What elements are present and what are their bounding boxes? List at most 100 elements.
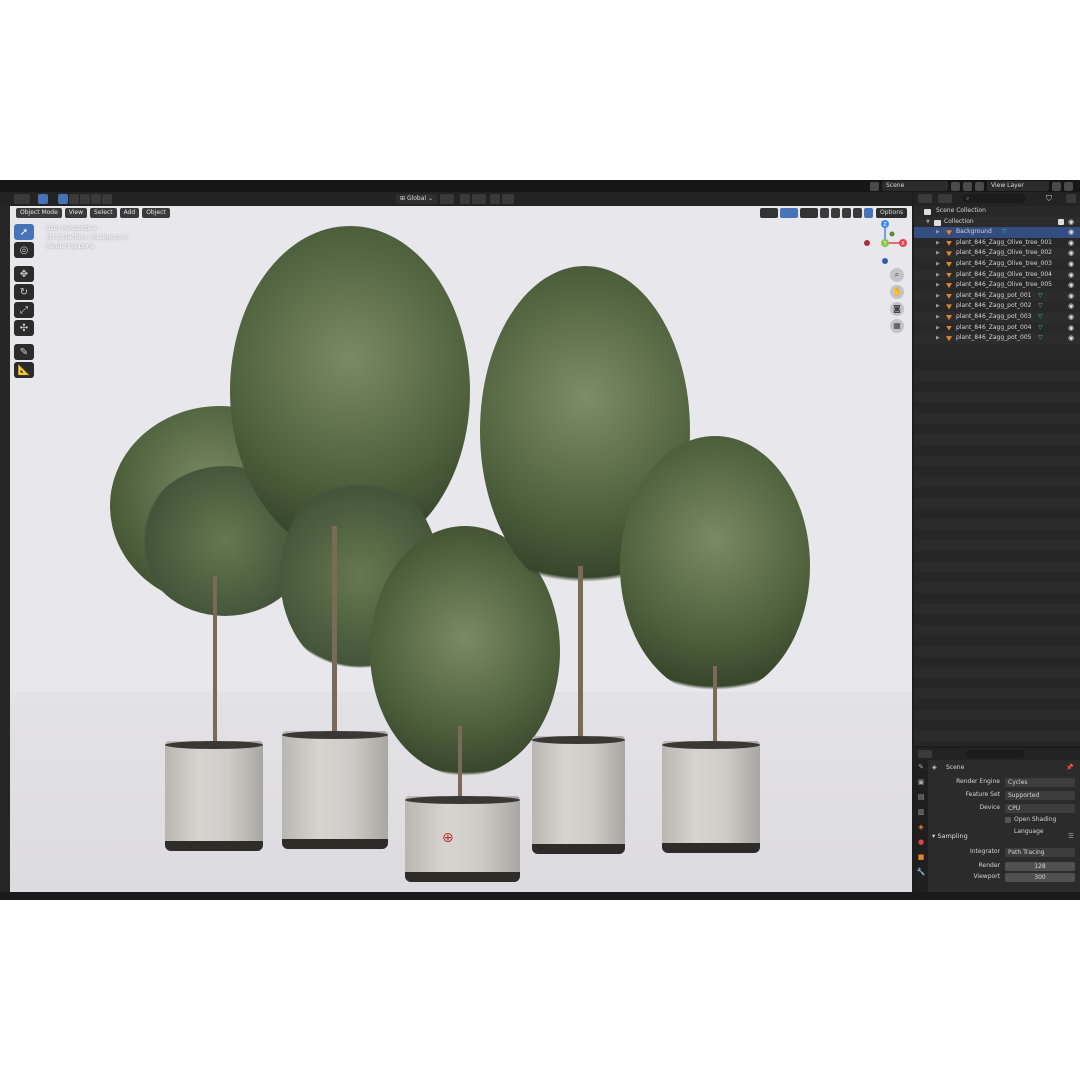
object-mode-dropdown[interactable]: Object Mode (16, 208, 62, 218)
snap-icon[interactable] (460, 194, 470, 204)
select-intersect-icon[interactable] (102, 194, 112, 204)
outliner-row-pot-005[interactable]: ▶ plant_846_Zagg_pot_005 ▽ ◉ (914, 333, 1080, 344)
eye-icon[interactable]: ◉ (1068, 323, 1074, 334)
render-engine-dropdown[interactable]: Cycles (1005, 777, 1075, 787)
wireframe-shading-icon[interactable] (831, 208, 840, 218)
eye-icon[interactable]: ◉ (1068, 217, 1074, 228)
3d-viewport[interactable]: Object Mode View Select Add Object Optio… (10, 206, 912, 892)
modifier-icon[interactable]: ▽ (1038, 301, 1043, 312)
outliner-editor-icon[interactable] (918, 194, 932, 203)
pan-hand-icon[interactable]: ✋ (890, 285, 904, 299)
outliner-row-olive-tree-004[interactable]: ▶ plant_846_Zagg_Olive_tree_004 ◉ (914, 269, 1080, 281)
eye-icon[interactable]: ◉ (1068, 312, 1074, 323)
zoom-icon[interactable]: ⌕ (890, 268, 904, 282)
menu-add[interactable]: Add (119, 208, 140, 218)
outliner-row-pot-003[interactable]: ▶ plant_846_Zagg_pot_003 ▽ ◉ (914, 311, 1080, 323)
eye-icon[interactable]: ◉ (1068, 259, 1074, 270)
rendered-shading-icon[interactable] (864, 208, 873, 218)
eye-icon[interactable]: ◉ (1068, 301, 1074, 312)
outliner-row-pot-001[interactable]: ▶ plant_846_Zagg_pot_001 ▽ ◉ (914, 290, 1080, 302)
modifier-icon[interactable]: ▽ (1038, 323, 1043, 334)
eye-icon[interactable]: ◉ (1068, 280, 1074, 291)
scene-tab-icon[interactable]: ◈ (914, 820, 928, 835)
delete-scene-icon[interactable] (963, 181, 972, 191)
select-extend-icon[interactable] (69, 194, 79, 204)
expand-chevron-icon[interactable]: ▶ (936, 312, 940, 323)
scene-selector[interactable]: Scene View Layer (870, 181, 1073, 191)
expand-chevron-icon[interactable]: ▶ (936, 280, 940, 291)
gizmo-neg-z[interactable] (882, 258, 888, 264)
exclude-checkbox[interactable] (1058, 218, 1064, 225)
menu-object[interactable]: Object (142, 208, 170, 218)
proportional-edit-icon[interactable] (490, 194, 500, 204)
measure-tool-icon[interactable]: 📐 (14, 362, 34, 378)
outliner-row-olive-tree-001[interactable]: ▶ plant_846_Zagg_Olive_tree_001 ◉ (914, 238, 1080, 249)
scale-tool-icon[interactable]: ⤢ (14, 302, 34, 318)
display-mode-icon[interactable] (938, 194, 952, 203)
eye-icon[interactable]: ◉ (1068, 270, 1074, 281)
eye-icon[interactable]: ◉ (1068, 291, 1074, 302)
menu-select[interactable]: Select (90, 208, 117, 218)
outliner-row-pot-004[interactable]: ▶ plant_846_Zagg_pot_004 ▽ ◉ (914, 323, 1080, 334)
olive-tree-5[interactable] (620, 436, 820, 856)
solid-shading-icon[interactable] (842, 208, 851, 218)
feature-set-dropdown[interactable]: Supported (1005, 790, 1075, 800)
select-invert-icon[interactable] (91, 194, 101, 204)
cursor-tool-icon[interactable]: ◎ (14, 242, 34, 258)
expand-chevron-icon[interactable]: ▶ (936, 227, 940, 238)
outliner-row-olive-tree-002[interactable]: ▶ plant_846_Zagg_Olive_tree_002 ◉ (914, 248, 1080, 259)
modifier-icon[interactable]: ▽ (1038, 291, 1043, 302)
outliner-row-olive-tree-003[interactable]: ▶ plant_846_Zagg_Olive_tree_003 ◉ (914, 259, 1080, 270)
select-mode-button[interactable] (38, 194, 48, 204)
select-tool-icon[interactable]: ➚ (14, 224, 34, 240)
3d-cursor-icon[interactable]: ⊕ (442, 830, 454, 846)
overlay-toggle-icon[interactable] (800, 208, 818, 218)
visibility-icon[interactable] (760, 208, 778, 218)
new-scene-icon[interactable] (951, 181, 960, 191)
object-tab-icon[interactable]: ■ (914, 850, 928, 865)
delete-view-layer-icon[interactable] (1064, 181, 1073, 191)
select-subtract-icon[interactable] (80, 194, 90, 204)
presets-list-icon[interactable]: ☰ (1068, 830, 1074, 842)
gizmo-toggle-icon[interactable] (780, 208, 798, 218)
new-view-layer-icon[interactable] (1052, 181, 1061, 191)
expand-chevron-icon[interactable]: ▶ (936, 291, 940, 302)
expand-chevron-icon[interactable]: ▶ (936, 238, 940, 249)
expand-chevron-icon[interactable]: ▼ (926, 217, 930, 228)
expand-chevron-icon[interactable]: ▶ (936, 333, 940, 344)
annotate-tool-icon[interactable]: ✎ (14, 344, 34, 360)
properties-search-input[interactable] (966, 750, 1024, 758)
gizmo-neg-y[interactable] (889, 231, 895, 237)
pivot-point-button[interactable] (440, 194, 454, 204)
transform-tool-icon[interactable]: ✣ (14, 320, 34, 336)
options-dropdown[interactable]: Options (876, 208, 908, 218)
output-tab-icon[interactable]: ▤ (914, 790, 928, 805)
properties-editor-icon[interactable] (918, 750, 932, 758)
navigation-gizmo[interactable]: Z X Y (860, 218, 910, 268)
eye-icon[interactable]: ◉ (1068, 227, 1074, 238)
viewport-samples-field[interactable]: 300 (1005, 872, 1075, 882)
modifier-icon[interactable]: ▽ (1002, 227, 1007, 238)
gizmo-neg-x[interactable] (864, 240, 870, 246)
expand-chevron-icon[interactable]: ▶ (936, 259, 940, 270)
tool-tab-icon[interactable]: ✎ (914, 760, 928, 775)
outliner-row-scene-collection[interactable]: Scene Collection (914, 206, 1080, 217)
outliner-row-pot-002[interactable]: ▶ plant_846_Zagg_pot_002 ▽ ◉ (914, 301, 1080, 312)
modifier-tab-icon[interactable]: 🔧 (914, 865, 928, 880)
eye-icon[interactable]: ◉ (1068, 333, 1074, 344)
falloff-icon[interactable] (502, 194, 514, 204)
integrator-dropdown[interactable]: Path Tracing (1005, 847, 1075, 857)
menu-view[interactable]: View (64, 208, 88, 218)
eye-icon[interactable]: ◉ (1068, 238, 1074, 249)
modifier-icon[interactable]: ▽ (1038, 333, 1043, 344)
snap-target-button[interactable] (472, 194, 486, 204)
scene-field[interactable]: Scene (882, 181, 948, 191)
expand-chevron-icon[interactable]: ▶ (936, 301, 940, 312)
expand-chevron-icon[interactable]: ▶ (936, 270, 940, 281)
modifier-icon[interactable]: ▽ (1038, 312, 1043, 323)
camera-view-icon[interactable]: ◙ (890, 302, 904, 316)
outliner-row-olive-tree-005[interactable]: ▶ plant_846_Zagg_Olive_tree_005 ◉ (914, 280, 1080, 291)
expand-chevron-icon[interactable]: ▶ (936, 248, 940, 259)
device-dropdown[interactable]: CPU (1005, 803, 1075, 813)
material-shading-icon[interactable] (853, 208, 862, 218)
